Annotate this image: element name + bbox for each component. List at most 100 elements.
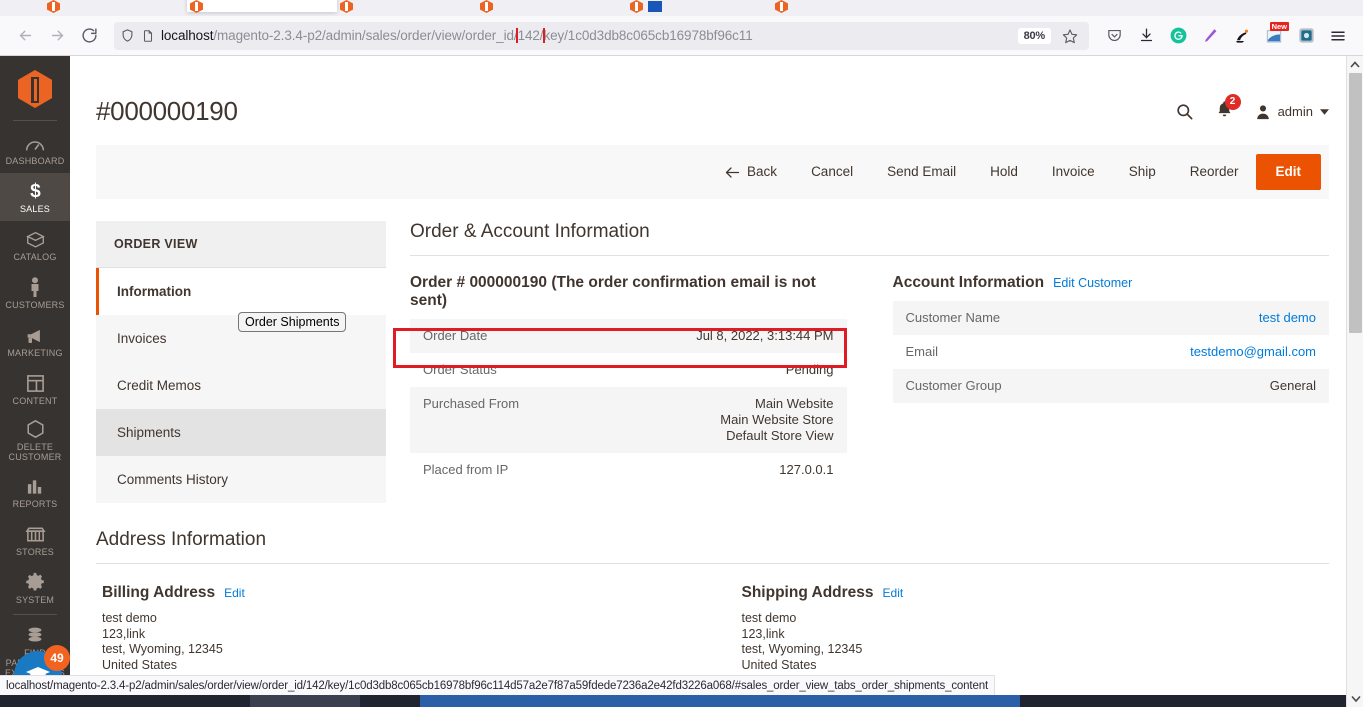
sidebar-item-marketing[interactable]: MARKETING	[0, 317, 70, 365]
vertical-scrollbar[interactable]	[1346, 56, 1363, 707]
address-line: test, Wyoming, 12345	[741, 642, 863, 656]
notifications-bell-icon[interactable]: 2	[1216, 93, 1241, 124]
url-path-2: key/1c0d3db8c065cb16978bf96c11	[543, 28, 753, 43]
news-extension-icon[interactable]: New	[1259, 21, 1289, 51]
sidebar-item-sales[interactable]: $ SALES	[0, 173, 70, 221]
browser-tab-active[interactable]	[187, 0, 337, 12]
sidebar-item-catalog[interactable]: CATALOG	[0, 221, 70, 269]
customer-group-label: Customer Group	[892, 369, 1111, 403]
back-button-label: Back	[747, 164, 778, 179]
forward-arrow-icon[interactable]	[42, 21, 72, 51]
order-account-columns: Order # 000000190 (The order confirmatio…	[393, 274, 1330, 487]
sidebar-item-dashboard[interactable]: DASHBOARD	[0, 125, 70, 173]
scroll-down-arrow-icon[interactable]	[1347, 690, 1363, 707]
page-title: #000000190	[96, 96, 238, 126]
shipping-address-title: Shipping Address	[741, 584, 874, 601]
shipping-address-edit-link[interactable]: Edit	[883, 586, 904, 600]
back-button[interactable]: Back	[708, 145, 794, 199]
order-date-value: Jul 8, 2022, 3:13:44 PM	[628, 319, 847, 353]
search-icon[interactable]	[1175, 102, 1194, 121]
chevron-down-icon	[1320, 108, 1329, 115]
url-host: localhost	[161, 28, 214, 43]
edit-button[interactable]: Edit	[1255, 154, 1321, 190]
cancel-button[interactable]: Cancel	[794, 145, 870, 199]
reorder-button[interactable]: Reorder	[1173, 145, 1256, 199]
sidebar-item-customers[interactable]: CUSTOMERS	[0, 269, 70, 317]
send-email-button[interactable]: Send Email	[870, 145, 973, 199]
address-bar[interactable]: localhost/magento-2.3.4-p2/admin/sales/o…	[114, 21, 1089, 50]
email-value[interactable]: testdemo@gmail.com	[1190, 344, 1316, 359]
page-header: #000000190 2 admin	[70, 56, 1363, 127]
hold-button[interactable]: Hold	[973, 145, 1035, 199]
taskbar-item-active[interactable]	[420, 695, 1020, 707]
sidebar-item-content[interactable]: CONTENT	[0, 365, 70, 413]
sidebar-item-reports[interactable]: REPORTS	[0, 468, 70, 516]
sidebar-label: CUSTOMERS	[5, 299, 65, 310]
shipping-address-lines: test demo 123,link test, Wyoming, 12345 …	[742, 611, 1330, 673]
tab-favicon-magento	[480, 0, 493, 13]
purchased-from-label: Purchased From	[410, 387, 629, 453]
order-view-tab-comments-history[interactable]: Comments History	[96, 456, 386, 503]
table-row-order-date: Order Date Jul 8, 2022, 3:13:44 PM	[410, 319, 847, 353]
admin-user-menu[interactable]: admin	[1255, 104, 1329, 120]
browser-tab-strip[interactable]	[0, 0, 1363, 16]
ship-button[interactable]: Ship	[1112, 145, 1173, 199]
tab-favicon-magento	[775, 0, 788, 13]
order-view-tab-credit-memos[interactable]: Credit Memos	[96, 362, 386, 409]
grammarly-icon[interactable]	[1163, 21, 1193, 51]
edit-customer-link[interactable]: Edit Customer	[1053, 276, 1132, 290]
email-label: Email	[905, 344, 939, 359]
status-bar: localhost/magento-2.3.4-p2/admin/sales/o…	[0, 675, 995, 695]
zoom-level-indicator[interactable]: 80%	[1017, 27, 1051, 44]
order-view-panel: ORDER VIEW Information Invoices Credit M…	[96, 221, 386, 503]
taskbar-item[interactable]	[250, 695, 360, 707]
sidebar-label: SYSTEM	[15, 594, 55, 605]
bookmark-star-icon[interactable]	[1057, 23, 1083, 49]
sidebar-item-stores[interactable]: STORES	[0, 516, 70, 564]
billing-address-edit-link[interactable]: Edit	[224, 586, 245, 600]
address-line: United States	[102, 657, 178, 672]
scroll-up-arrow-icon[interactable]	[1347, 56, 1363, 73]
order-view-tab-information[interactable]: Information	[96, 268, 386, 315]
address-line: 123,link	[741, 626, 785, 641]
sidebar-label: DELETE CUSTOMER	[8, 442, 62, 462]
url-text[interactable]: localhost/magento-2.3.4-p2/admin/sales/o…	[161, 28, 1012, 43]
table-row-customer-name: Customer Name test demo	[892, 301, 1329, 335]
table-row-order-status: Order Status Pending	[410, 353, 847, 387]
pocket-icon[interactable]	[1099, 21, 1129, 51]
magento-logo[interactable]	[18, 62, 52, 118]
table-row-email: Email testdemo@gmail.com	[893, 335, 1330, 369]
order-status-value: Pending	[785, 362, 834, 377]
pen-extension-icon[interactable]	[1195, 21, 1225, 51]
sidebar-item-system[interactable]: SYSTEM	[0, 564, 70, 612]
account-information-title: Account Information	[892, 274, 1045, 291]
placed-from-ip-value: 127.0.0.1	[779, 462, 834, 477]
customer-name-value[interactable]: test demo	[1259, 310, 1316, 325]
admin-user-label: admin	[1277, 104, 1313, 119]
dashboard-icon	[25, 133, 45, 153]
ink-extension-icon[interactable]	[1227, 21, 1257, 51]
camera-extension-icon[interactable]	[1291, 21, 1321, 51]
tab-favicon-magento	[630, 0, 643, 13]
back-arrow-icon[interactable]	[10, 21, 40, 51]
sidebar-item-delete-customer[interactable]: DELETE CUSTOMER	[0, 413, 70, 468]
order-status-label: Order Status	[423, 362, 497, 377]
order-view-tab-shipments[interactable]: Shipments	[96, 409, 386, 456]
shipping-address-heading: Shipping Address Edit	[742, 584, 1330, 602]
download-icon[interactable]	[1131, 21, 1161, 51]
order-view-heading: ORDER VIEW	[96, 221, 386, 268]
order-heading-text: Order # 000000190 (The order confirmatio…	[410, 274, 816, 309]
purchased-from-value: Main Website Main Website Store Default …	[628, 387, 847, 453]
invoice-button[interactable]: Invoice	[1035, 145, 1112, 199]
shield-icon[interactable]	[120, 28, 135, 43]
reload-icon[interactable]	[74, 21, 104, 51]
billing-address-title: Billing Address	[102, 584, 216, 601]
account-information-heading: Account Information Edit Customer	[893, 274, 1330, 292]
scrollbar-thumb[interactable]	[1349, 73, 1362, 333]
order-account-section-title: Order & Account Information	[410, 221, 1329, 256]
order-actions-bar: Back Cancel Send Email Hold Invoice Ship…	[96, 145, 1329, 199]
hamburger-menu-icon[interactable]	[1323, 21, 1353, 51]
shipping-address-block: Shipping Address Edit test demo 123,link…	[736, 584, 1330, 673]
layout-icon	[26, 373, 45, 393]
billing-address-lines: test demo 123,link test, Wyoming, 12345 …	[102, 611, 690, 673]
